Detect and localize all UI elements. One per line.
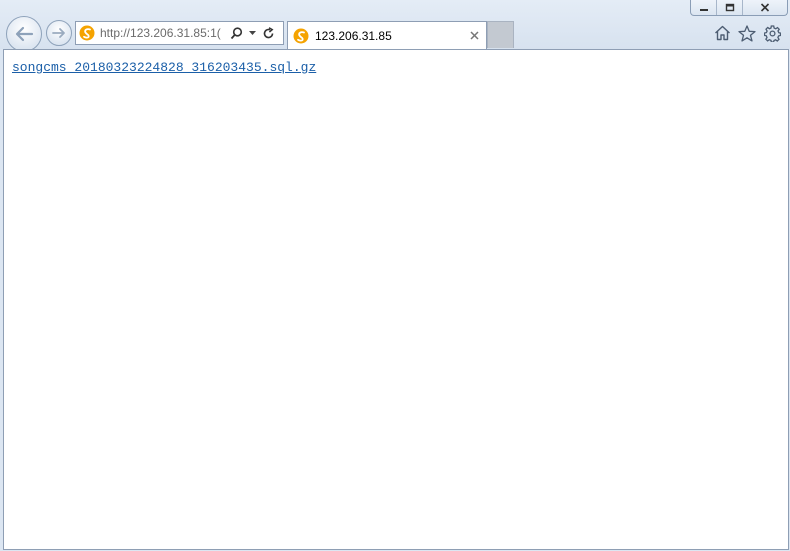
refresh-button[interactable] bbox=[261, 25, 275, 41]
search-icon bbox=[230, 26, 242, 39]
address-bar[interactable]: http://123.206.31.85:1( bbox=[75, 21, 284, 45]
favorites-button[interactable] bbox=[738, 24, 756, 42]
new-tab-button[interactable] bbox=[487, 21, 514, 48]
forward-arrow-icon bbox=[52, 28, 65, 38]
site-favicon-icon bbox=[79, 25, 95, 41]
close-window-button[interactable] bbox=[743, 0, 787, 15]
close-icon bbox=[469, 31, 479, 40]
minimize-icon bbox=[699, 8, 708, 11]
tab-active[interactable]: 123.206.31.85 bbox=[287, 21, 487, 49]
close-icon bbox=[760, 3, 770, 12]
address-url: http://123.206.31.85:1( bbox=[100, 26, 221, 40]
chevron-down-icon bbox=[248, 31, 256, 35]
restore-icon bbox=[725, 3, 734, 12]
back-button[interactable] bbox=[6, 16, 42, 52]
gear-icon bbox=[763, 24, 781, 42]
tab-close-button[interactable] bbox=[465, 27, 483, 45]
restore-button[interactable] bbox=[717, 0, 743, 15]
site-favicon-icon bbox=[293, 28, 309, 43]
page-viewport: songcms_20180323224828_316203435.sql.gz bbox=[3, 49, 789, 550]
window-controls bbox=[690, 0, 788, 16]
settings-button[interactable] bbox=[763, 24, 781, 42]
browser-chrome: http://123.206.31.85:1( 123.206.31.85 bbox=[0, 0, 790, 52]
address-dropdown-button[interactable] bbox=[245, 25, 259, 41]
back-arrow-icon bbox=[15, 26, 34, 42]
tab-title: 123.206.31.85 bbox=[315, 28, 392, 43]
search-button[interactable] bbox=[229, 25, 243, 41]
file-download-link[interactable]: songcms_20180323224828_316203435.sql.gz bbox=[12, 60, 316, 75]
forward-button[interactable] bbox=[46, 20, 72, 46]
home-icon bbox=[714, 25, 730, 41]
home-button[interactable] bbox=[713, 24, 731, 42]
star-icon bbox=[738, 24, 756, 42]
minimize-button[interactable] bbox=[691, 0, 717, 15]
refresh-icon bbox=[263, 26, 274, 38]
